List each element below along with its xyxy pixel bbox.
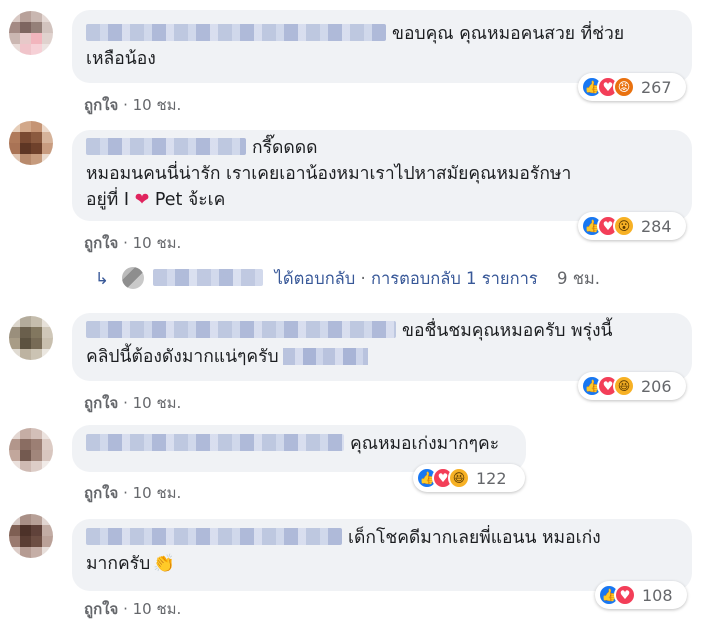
comment-text: เหลือน้อง <box>86 49 156 69</box>
comment-text: หมอมนคนนี่น่ารัก เราเคยเอาน้องหมาเราไปหา… <box>86 164 572 184</box>
like-link[interactable]: ถูกใจ <box>84 394 118 412</box>
comment-time[interactable]: 10 ชม. <box>133 234 182 252</box>
comment-time[interactable]: 10 ชม. <box>133 394 182 412</box>
haha-icon: 😆 <box>613 375 635 397</box>
avatar[interactable] <box>9 11 53 55</box>
meta-separator: · <box>123 484 133 502</box>
comment-text: คลิปนี้ต้องดังมากแน่ๆครับ <box>86 347 279 367</box>
comment-text: อยู่ที่ I <box>86 190 130 210</box>
comment-meta: ถูกใจ · 10 ชม. <box>84 391 181 415</box>
comment-bubble: ขอชื่นชมคุณหมอครับ พรุ่งนี้ คลิปนี้ต้องด… <box>72 313 692 381</box>
reaction-summary[interactable]: 👍 ♥ 😆 122 <box>413 464 525 492</box>
view-replies-link[interactable]: ↳ ได้ตอบกลับ · การตอบกลับ 1 รายการ 9 ชม. <box>95 266 600 292</box>
reaction-count: 284 <box>641 216 672 236</box>
meta-separator: · <box>123 600 133 618</box>
angry-icon: 😡 <box>613 76 635 98</box>
reaction-count: 122 <box>476 468 507 488</box>
reply-time[interactable]: 9 ชม. <box>557 269 600 288</box>
comment-time[interactable]: 10 ชม. <box>133 600 182 618</box>
wow-icon: 😮 <box>613 215 635 237</box>
like-link[interactable]: ถูกใจ <box>84 96 118 114</box>
reaction-summary[interactable]: 👍 ♥ 😮 284 <box>578 212 686 240</box>
comment-text: เด็กโชคดีมากเลยพี่แอนน หมอเก่ง <box>348 528 601 548</box>
comment-text: ขอชื่นชมคุณหมอครับ พรุ่งนี้ <box>402 321 613 341</box>
reply-avatar[interactable] <box>122 267 145 289</box>
comment-meta: ถูกใจ · 10 ชม. <box>84 481 181 505</box>
reaction-count: 206 <box>641 376 672 396</box>
tagged-user[interactable] <box>282 348 368 365</box>
comment-meta: ถูกใจ · 10 ชม. <box>84 597 181 621</box>
reaction-summary[interactable]: 👍 ♥ 😡 267 <box>578 73 686 101</box>
comment-text: กรี๊ดดดด <box>252 138 318 158</box>
commenter-name[interactable] <box>86 528 342 545</box>
commenter-name[interactable] <box>86 321 396 338</box>
commenter-name[interactable] <box>86 434 344 451</box>
comment-time[interactable]: 10 ชม. <box>133 96 182 114</box>
comment-text: Pet จ้ะเค <box>154 190 226 210</box>
like-link[interactable]: ถูกใจ <box>84 600 118 618</box>
comment-text: คุณหมอเก่งมากๆคะ <box>350 434 500 454</box>
replier-name[interactable] <box>153 269 264 286</box>
reaction-count: 108 <box>642 585 673 605</box>
meta-separator: · <box>123 394 133 412</box>
like-link[interactable]: ถูกใจ <box>84 234 118 252</box>
reply-separator: · <box>360 269 366 288</box>
comment-time[interactable]: 10 ชม. <box>133 484 182 502</box>
comment-meta: ถูกใจ · 10 ชม. <box>84 93 181 117</box>
avatar[interactable] <box>9 121 53 165</box>
comment-text: มากครับ <box>86 554 151 574</box>
replied-label: ได้ตอบกลับ <box>274 269 356 288</box>
comment-text: ขอบคุณ คุณหมอคนสวย ที่ช่วย <box>392 24 625 44</box>
like-link[interactable]: ถูกใจ <box>84 484 118 502</box>
reply-arrow-icon: ↳ <box>95 269 109 288</box>
meta-separator: · <box>123 234 133 252</box>
red-heart-icon: ❤ <box>134 190 150 210</box>
avatar[interactable] <box>9 316 53 360</box>
avatar[interactable] <box>9 428 53 472</box>
comment-bubble: เด็กโชคดีมากเลยพี่แอนน หมอเก่ง มากครับ 👏 <box>72 519 692 591</box>
reaction-count: 267 <box>641 77 672 97</box>
comment-bubble: กรี๊ดดดด หมอมนคนนี่น่ารัก เราเคยเอาน้องห… <box>72 130 692 221</box>
love-icon: ♥ <box>614 584 636 606</box>
commenter-name[interactable] <box>86 138 246 155</box>
meta-separator: · <box>123 96 133 114</box>
haha-icon: 😆 <box>448 467 470 489</box>
clapping-hands-icon: 👏 <box>153 554 175 574</box>
commenter-name[interactable] <box>86 24 386 41</box>
avatar[interactable] <box>9 514 53 558</box>
reaction-summary[interactable]: 👍 ♥ 😆 206 <box>578 372 686 400</box>
replies-count[interactable]: การตอบกลับ 1 รายการ <box>371 269 538 288</box>
comment-meta: ถูกใจ · 10 ชม. <box>84 231 181 255</box>
reaction-summary[interactable]: 👍 ♥ 108 <box>595 581 687 609</box>
